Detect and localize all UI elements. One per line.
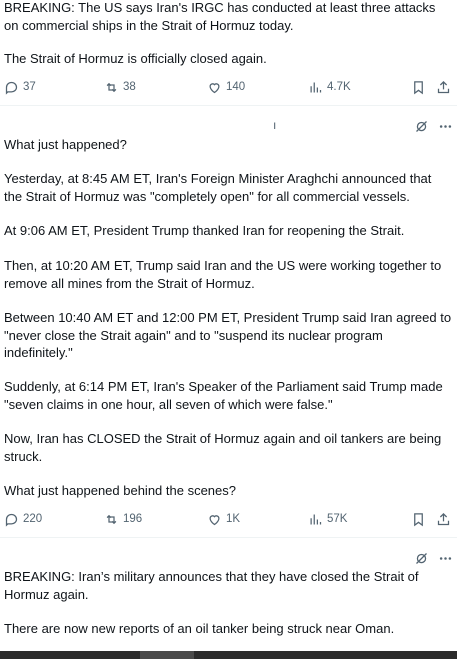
more-icon	[439, 124, 451, 128]
more-button[interactable]	[436, 549, 454, 567]
post-1-action-bar: 37 38 140 4.7K	[0, 78, 457, 96]
repost-count: 38	[123, 80, 136, 93]
reply-count: 37	[23, 80, 36, 93]
like-count: 140	[226, 80, 246, 93]
bookmark-icon	[413, 512, 423, 526]
repost-button[interactable]: 196	[104, 510, 142, 528]
post-1-paragraph-2: The Strait of Hormuz is officially close…	[4, 51, 267, 66]
views-icon	[310, 514, 322, 524]
grok-icon	[415, 120, 427, 132]
repost-icon	[106, 514, 117, 524]
post-2-paragraph-6: Suddenly, at 6:14 PM ET, Iran's Speaker …	[4, 379, 443, 412]
grok-icon	[415, 552, 427, 564]
repost-icon	[106, 82, 117, 92]
stray-mark: ı	[273, 118, 277, 132]
bookmark-icon	[413, 80, 423, 94]
share-icon	[437, 512, 449, 525]
reply-icon	[5, 81, 18, 95]
share-button[interactable]	[434, 510, 452, 528]
post-2-paragraph-4: Then, at 10:20 AM ET, Trump said Iran an…	[4, 258, 442, 291]
post-2-paragraph-7: Now, Iran has CLOSED the Strait of Hormu…	[4, 431, 442, 464]
bottom-taskbar	[0, 651, 457, 659]
grok-button[interactable]	[412, 117, 430, 135]
post-3-paragraph-1: BREAKING: Iran’s military announces that…	[4, 569, 419, 602]
post-3-paragraph-2: There are now new reports of an oil tank…	[4, 621, 395, 636]
post-2-paragraph-1: What just happened?	[4, 137, 127, 152]
post-2-action-bar: 220 196 1K 57K	[0, 510, 457, 528]
views-icon	[310, 82, 322, 92]
reply-button[interactable]: 220	[4, 510, 42, 528]
views-button[interactable]: 57K	[308, 510, 347, 528]
like-icon	[209, 82, 220, 93]
more-button[interactable]	[436, 117, 454, 135]
share-icon	[437, 80, 449, 93]
like-icon	[209, 514, 220, 525]
divider-1	[0, 105, 457, 106]
bookmark-button[interactable]	[409, 78, 427, 96]
grok-button[interactable]	[412, 549, 430, 567]
post-2-paragraph-5: Between 10:40 AM ET and 12:00 PM ET, Pre…	[4, 310, 452, 360]
reply-button[interactable]: 37	[4, 78, 36, 96]
reply-count: 220	[23, 512, 43, 525]
bookmark-button[interactable]	[409, 510, 427, 528]
views-button[interactable]: 4.7K	[308, 78, 351, 96]
reply-icon	[5, 513, 18, 527]
views-count: 57K	[327, 512, 348, 525]
like-button[interactable]: 140	[207, 78, 245, 96]
more-icon	[439, 556, 451, 560]
share-button[interactable]	[434, 78, 452, 96]
divider-2	[0, 537, 457, 538]
like-count: 1K	[226, 512, 241, 525]
repost-button[interactable]: 38	[104, 78, 136, 96]
taskbar-segment	[140, 651, 194, 659]
views-count: 4.7K	[327, 80, 351, 93]
repost-count: 196	[123, 512, 143, 525]
post-2-paragraph-3: At 9:06 AM ET, President Trump thanked I…	[4, 223, 405, 238]
post-1-paragraph-1: BREAKING: The US says Iran's IRGC has co…	[4, 0, 436, 33]
post-2-paragraph-2: Yesterday, at 8:45 AM ET, Iran's Foreign…	[4, 171, 432, 204]
post-2-paragraph-8: What just happened behind the scenes?	[4, 483, 237, 498]
like-button[interactable]: 1K	[207, 510, 240, 528]
